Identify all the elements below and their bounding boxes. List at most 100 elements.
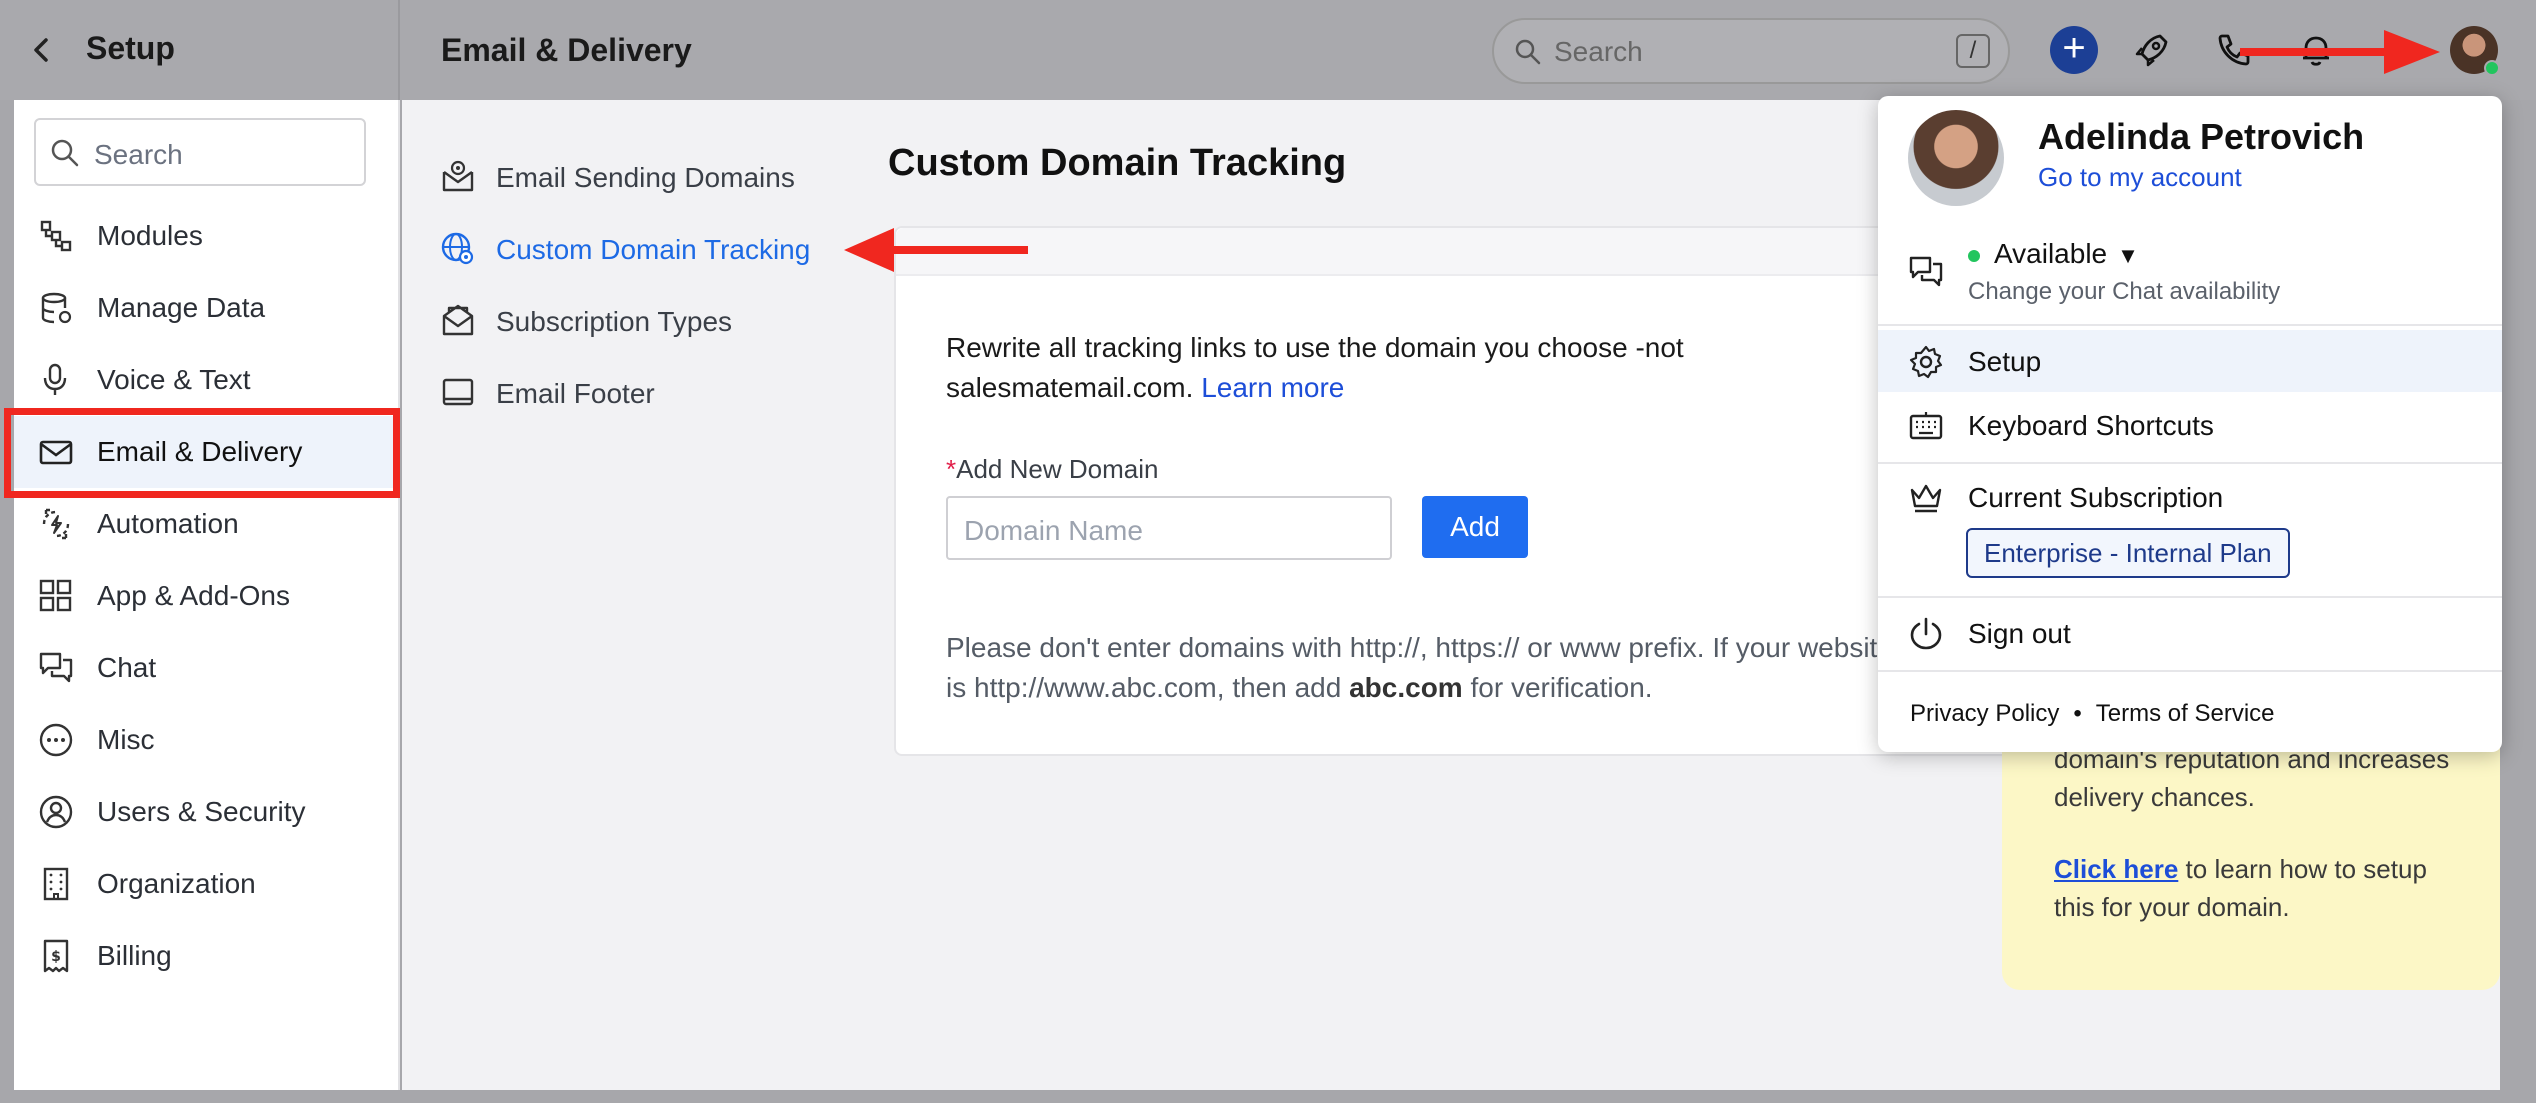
profile-dropdown: Adelinda Petrovich Go to my account Avai… [1878,96,2502,752]
annotation-arrow-right [2240,28,2440,76]
rocket-icon[interactable] [2130,28,2174,72]
setup-title: Setup [86,30,175,66]
annotation-arrow-left [844,226,1028,274]
sidebar-item-chat[interactable]: Chat [14,632,398,704]
sidebar-item-label: Modules [97,220,203,251]
availability-selector[interactable]: Available ▼ [1968,238,2139,270]
user-circle-icon [38,794,74,830]
highlight-annotation-box [4,408,400,498]
note-text-end: for verification. [1470,672,1653,703]
setup-sidebar: Search Modules Manage Data Voice & Text … [14,100,400,1090]
sidebar-item-label: App & Add-Ons [97,580,291,611]
profile-avatar [1908,110,2004,206]
automation-icon [38,506,74,542]
menu-item-sign-out[interactable]: Sign out [1878,602,2502,664]
sidebar-item-misc[interactable]: Misc [14,704,398,776]
availability-hint: Change your Chat availability [1968,278,2281,305]
sidebar-search-input[interactable]: Search [34,118,366,186]
chat-status-icon [1908,254,1944,290]
sidebar-item-billing[interactable]: $ Billing [14,920,398,992]
sidebar-item-label: Organization [97,868,256,899]
tracking-description: Rewrite all tracking links to use the do… [946,328,1846,408]
crown-icon [1908,480,1944,516]
search-icon [1514,38,1542,66]
setup-header: Setup [0,0,400,100]
note-example-domain: abc.com [1349,672,1463,703]
menu-item-label: Sign out [1968,618,2071,649]
more-circle-icon [38,722,74,758]
menu-item-label: Setup [1968,346,2042,377]
quick-add-button[interactable]: + [2050,26,2098,74]
sidebar-item-label: Users & Security [97,796,306,827]
required-marker: * [946,454,957,484]
go-to-account-link[interactable]: Go to my account [2038,162,2242,193]
menu-item-current-subscription[interactable]: Current Subscription [1878,466,2502,528]
sidebar-item-voice-text[interactable]: Voice & Text [14,344,398,416]
search-placeholder: Search [1554,36,1643,67]
svg-text:$: $ [51,949,61,965]
click-here-link[interactable]: Click here [2054,854,2178,884]
sidebar-item-label: Voice & Text [97,364,251,395]
footer-bullet: • [2073,700,2082,727]
available-dot [1968,249,1980,262]
menu-item-keyboard-shortcuts[interactable]: Keyboard Shortcuts [1878,394,2502,456]
keyboard-icon [1908,408,1944,444]
modules-icon [38,218,74,254]
mail-open-icon [440,302,476,338]
apps-grid-icon [38,578,74,614]
subnav-item-label: Custom Domain Tracking [496,234,811,265]
privacy-policy-link[interactable]: Privacy Policy [1910,700,2059,727]
subnav-item-label: Subscription Types [496,306,733,337]
divider [1878,596,2502,598]
sidebar-item-label: Billing [97,940,172,971]
subnav-item-label: Email Footer [496,378,655,409]
plan-badge: Enterprise - Internal Plan [1966,528,2290,578]
menu-item-setup[interactable]: Setup [1878,330,2502,392]
page-title: Email & Delivery [441,32,692,68]
info-help-text: Click here to learn how to setup this fo… [2054,850,2474,926]
chat-icon [38,650,74,686]
menu-item-label: Keyboard Shortcuts [1968,410,2214,441]
domain-name-input[interactable]: Domain Name [946,496,1392,560]
add-domain-button[interactable]: Add [1422,496,1528,558]
content-title: Custom Domain Tracking [888,142,1347,184]
search-shortcut-key: / [1956,34,1990,68]
database-icon [38,290,74,326]
divider [1878,324,2502,326]
globe-icon [440,230,476,266]
caret-down-icon: ▼ [2117,243,2139,268]
back-chevron-icon[interactable] [30,32,54,68]
domain-input-placeholder: Domain Name [964,515,1143,546]
dropdown-footer: Privacy Policy • Terms of Service [1910,700,2275,728]
footer-icon [440,374,476,410]
domain-format-note: Please don't enter domains with http://,… [946,628,1906,708]
online-status-dot [2484,60,2500,76]
sidebar-item-automation[interactable]: Automation [14,488,398,560]
receipt-icon: $ [38,938,74,974]
microphone-icon [38,362,74,398]
user-avatar[interactable] [2450,26,2500,76]
learn-more-link[interactable]: Learn more [1201,372,1344,403]
sidebar-item-manage-data[interactable]: Manage Data [14,272,398,344]
building-icon [38,866,74,902]
sidebar-search-placeholder: Search [94,139,183,170]
sidebar-item-modules[interactable]: Modules [14,200,398,272]
user-name: Adelinda Petrovich [2038,116,2365,157]
gear-icon [1908,344,1944,380]
divider [1878,462,2502,464]
sidebar-item-app-addons[interactable]: App & Add-Ons [14,560,398,632]
sidebar-item-organization[interactable]: Organization [14,848,398,920]
sidebar-item-users-security[interactable]: Users & Security [14,776,398,848]
sidebar-item-label: Manage Data [97,292,266,323]
sidebar-item-label: Automation [97,508,239,539]
terms-of-service-link[interactable]: Terms of Service [2096,700,2275,727]
menu-item-label: Current Subscription [1968,482,2224,513]
power-icon [1908,616,1944,652]
global-search-input[interactable]: Search / [1492,18,2010,84]
add-domain-label: *Add New Domain [946,454,1158,485]
availability-status: Available [1994,238,2108,269]
sidebar-item-label: Misc [97,724,155,755]
field-label-text: Add New Domain [956,454,1159,484]
top-bar: Setup Email & Delivery Search / + [0,0,2536,100]
subnav-item-label: Email Sending Domains [496,162,795,193]
